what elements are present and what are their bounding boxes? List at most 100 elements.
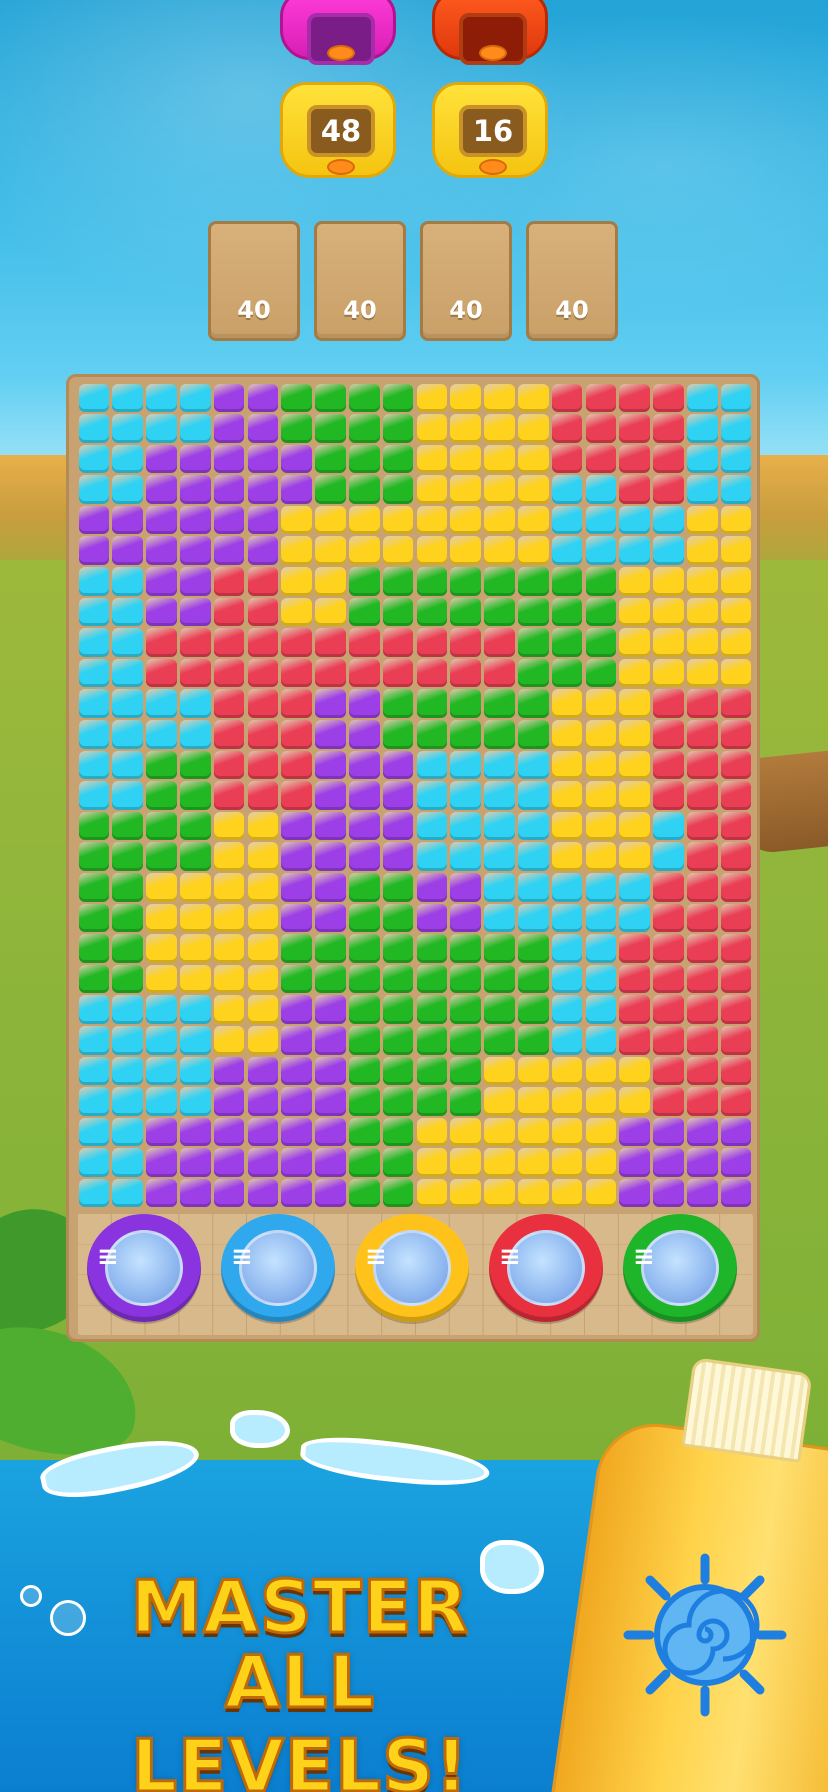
block — [653, 1087, 684, 1116]
block — [484, 750, 515, 780]
block — [416, 1117, 448, 1147]
block — [653, 903, 684, 933]
block — [720, 597, 752, 627]
block — [450, 1148, 482, 1177]
block — [348, 964, 380, 994]
block — [146, 1025, 177, 1055]
block — [281, 475, 313, 504]
block — [686, 597, 718, 627]
block — [686, 720, 718, 749]
block — [720, 934, 752, 963]
block — [213, 811, 245, 841]
block — [213, 689, 245, 718]
block — [348, 1148, 380, 1177]
block — [585, 995, 617, 1024]
holding-slot-4[interactable]: 40 — [526, 221, 618, 341]
block — [213, 444, 245, 474]
block — [619, 995, 651, 1024]
block — [247, 720, 279, 749]
block — [484, 628, 515, 657]
block — [517, 781, 549, 810]
block — [653, 689, 684, 718]
block — [619, 1025, 651, 1055]
block — [686, 964, 718, 994]
block — [247, 872, 279, 902]
block — [450, 689, 482, 718]
block — [450, 628, 482, 657]
block — [112, 475, 144, 504]
block — [551, 444, 583, 474]
block — [720, 505, 752, 535]
block — [382, 628, 414, 657]
block — [315, 597, 346, 627]
block — [382, 444, 414, 474]
pool-2[interactable]: ≡ — [221, 1214, 335, 1322]
block — [382, 567, 414, 596]
pool-3[interactable]: ≡ — [355, 1214, 469, 1322]
block — [619, 934, 651, 963]
pool-4[interactable]: ≡ — [489, 1214, 603, 1322]
block — [619, 567, 651, 596]
pool-5[interactable]: ≡ — [623, 1214, 737, 1322]
block — [619, 1056, 651, 1086]
block — [416, 444, 448, 474]
bottle-cap — [681, 1357, 813, 1463]
block — [315, 414, 346, 443]
block — [585, 414, 617, 443]
block — [348, 934, 380, 963]
block — [585, 658, 617, 688]
block — [585, 1025, 617, 1055]
block — [112, 444, 144, 474]
duck-red[interactable] — [432, 0, 548, 65]
block — [416, 872, 448, 902]
block — [179, 964, 211, 994]
duck-beak — [479, 45, 507, 61]
pool-1[interactable]: ≡ — [87, 1214, 201, 1322]
block — [78, 964, 110, 994]
block — [416, 1178, 448, 1208]
block — [146, 383, 177, 413]
ladder-icon: ≡ — [231, 1242, 253, 1272]
block — [686, 1178, 718, 1208]
block — [585, 1148, 617, 1177]
block — [112, 1087, 144, 1116]
duck-counter-2[interactable]: 16 — [432, 82, 548, 178]
block — [382, 1178, 414, 1208]
block — [348, 750, 380, 780]
block — [450, 383, 482, 413]
block — [653, 750, 684, 780]
ladder-icon: ≡ — [365, 1242, 387, 1272]
holding-slot-2[interactable]: 40 — [314, 221, 406, 341]
block — [382, 872, 414, 902]
duck-pink[interactable] — [280, 0, 396, 65]
block — [686, 1056, 718, 1086]
block — [281, 1178, 313, 1208]
block — [720, 720, 752, 749]
block — [653, 781, 684, 810]
block — [112, 536, 144, 566]
duck-counter-1[interactable]: 48 — [280, 82, 396, 178]
block — [551, 1148, 583, 1177]
block — [551, 1087, 583, 1116]
block — [653, 934, 684, 963]
duck-count: 48 — [307, 105, 375, 157]
block — [517, 414, 549, 443]
block — [146, 720, 177, 749]
block — [247, 1117, 279, 1147]
block — [179, 536, 211, 566]
block — [551, 628, 583, 657]
block — [179, 1025, 211, 1055]
block — [416, 842, 448, 871]
block — [213, 934, 245, 963]
block — [112, 842, 144, 871]
holding-slot-3[interactable]: 40 — [420, 221, 512, 341]
block — [348, 1056, 380, 1086]
block — [112, 781, 144, 810]
block — [653, 414, 684, 443]
block — [686, 414, 718, 443]
block — [585, 505, 617, 535]
holding-slot-1[interactable]: 40 — [208, 221, 300, 341]
water-splash — [230, 1410, 290, 1448]
block — [281, 1025, 313, 1055]
block — [686, 1087, 718, 1116]
